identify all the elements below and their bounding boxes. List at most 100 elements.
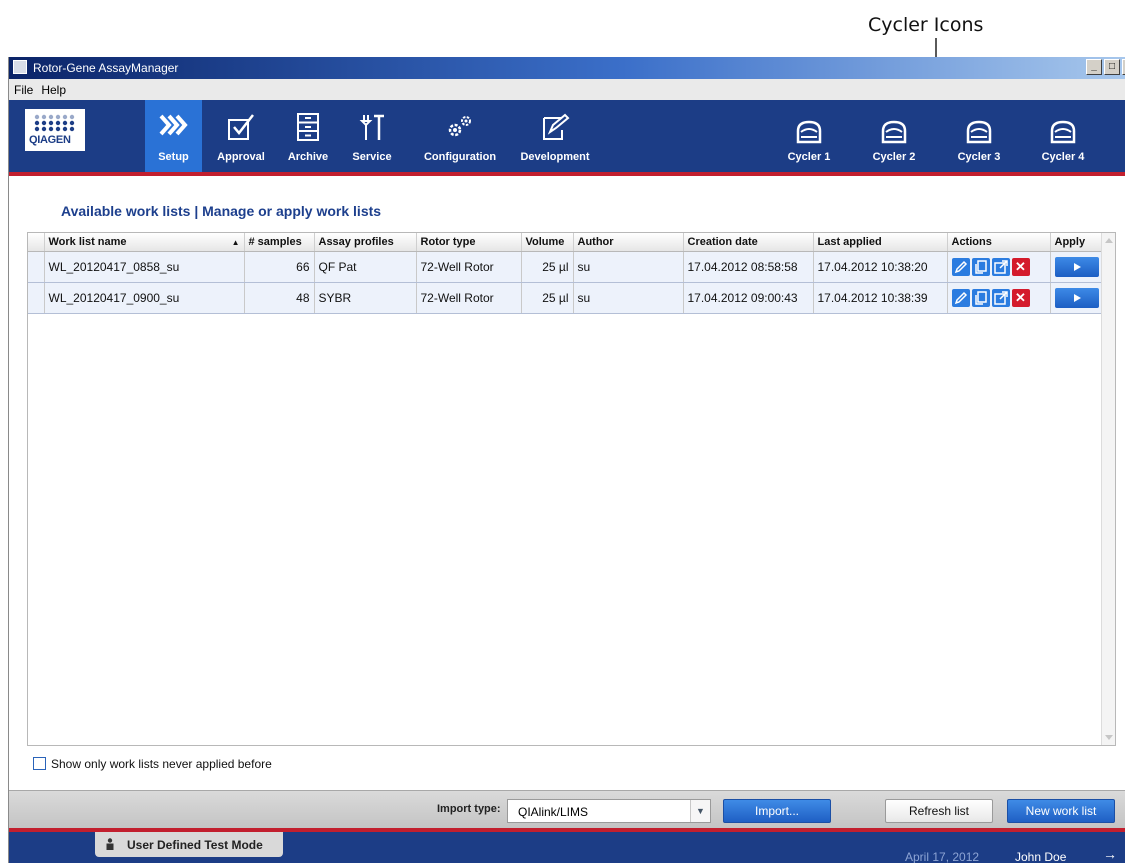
import-type-value: QIAlink/LIMS <box>518 805 589 819</box>
nav-cycler-4[interactable]: Cycler 4 <box>1033 100 1093 172</box>
app-window: Rotor-Gene AssayManager _ □ x FileHelp Q… <box>8 57 1125 863</box>
column-header-label: Creation date <box>687 235 758 248</box>
column-header-label: Volume <box>525 235 565 248</box>
work-list-table: Work list name ▲ # samples Assay profiles… <box>27 232 1116 746</box>
title-bar: Rotor-Gene AssayManager _ □ x <box>9 57 1125 79</box>
row-indicator-header <box>28 233 45 252</box>
row-indicator <box>28 251 45 283</box>
bottom-toolbar: Import type: QIAlink/LIMS ▼ Import... Re… <box>9 790 1125 828</box>
setup-chevrons-icon <box>159 114 188 136</box>
nav-setup-label: Setup <box>158 151 189 163</box>
nav-service[interactable]: Service <box>343 100 401 172</box>
import-type-select[interactable]: QIAlink/LIMS ▼ <box>507 799 711 823</box>
cell-apply <box>1050 282 1103 314</box>
column-header-label: Actions <box>951 235 992 248</box>
development-icon <box>543 113 570 140</box>
column-header-label: Rotor type <box>420 235 476 248</box>
menu-help[interactable]: Help <box>36 79 69 97</box>
column-header-label: Assay profiles <box>318 235 394 248</box>
status-date: April 17, 2012 <box>905 850 980 863</box>
maximize-button[interactable]: □ <box>1104 59 1120 75</box>
table-row[interactable]: WL_20120417_0858_su 66 QF Pat 72-Well Ro… <box>28 251 1103 283</box>
service-tools-icon <box>359 114 384 140</box>
scroll-down-icon[interactable] <box>1105 735 1113 740</box>
person-icon <box>106 838 114 850</box>
nav-archive[interactable]: Archive <box>279 100 337 172</box>
nav-service-label: Service <box>352 151 392 163</box>
nav-cycler-1[interactable]: Cycler 1 <box>779 100 839 172</box>
nav-configuration[interactable]: Configuration <box>415 100 505 172</box>
nav-setup[interactable]: Setup <box>145 100 202 172</box>
delete-icon[interactable]: ✕ <box>1011 288 1030 307</box>
column-header-author[interactable]: Author <box>573 233 684 252</box>
nav-cycler-2[interactable]: Cycler 2 <box>864 100 924 172</box>
apply-play-button[interactable] <box>1054 287 1099 308</box>
minimize-button[interactable]: _ <box>1086 59 1102 75</box>
column-header-work-list-name[interactable]: Work list name ▲ <box>44 233 245 252</box>
column-header-assay-profiles[interactable]: Assay profiles <box>314 233 417 252</box>
export-icon[interactable] <box>991 257 1010 276</box>
nav-cycler-3[interactable]: Cycler 3 <box>949 100 1009 172</box>
logout-icon[interactable]: → <box>1103 846 1117 862</box>
window-title: Rotor-Gene AssayManager <box>33 61 179 75</box>
nav-cycler-1-label: Cycler 1 <box>787 151 831 163</box>
apply-play-button[interactable] <box>1054 256 1099 277</box>
edit-icon[interactable] <box>951 288 970 307</box>
column-header-volume[interactable]: Volume <box>521 233 574 252</box>
nav-approval-label: Approval <box>217 151 265 163</box>
configuration-gears-icon <box>448 116 471 137</box>
column-header-apply: Apply <box>1050 233 1103 252</box>
copy-icon[interactable] <box>971 257 990 276</box>
column-header-creation-date[interactable]: Creation date <box>683 233 814 252</box>
table-scrollbar[interactable] <box>1101 233 1115 745</box>
delete-icon[interactable]: ✕ <box>1011 257 1030 276</box>
row-indicator <box>28 282 45 314</box>
never-applied-checkbox[interactable] <box>33 757 46 770</box>
cell-assay-profiles: QF Pat <box>314 251 417 283</box>
table-row[interactable]: WL_20120417_0900_su 48 SYBR 72-Well Roto… <box>28 282 1103 314</box>
copy-icon[interactable] <box>971 288 990 307</box>
column-header-label: # samples <box>248 235 302 248</box>
import-button[interactable]: Import... <box>723 799 831 823</box>
cell-apply <box>1050 251 1103 283</box>
content-header: Available work lists | Manage or apply w… <box>9 187 1125 227</box>
new-work-list-button[interactable]: New work list <box>1007 799 1115 823</box>
refresh-list-button[interactable]: Refresh list <box>885 799 993 823</box>
nav-approval[interactable]: Approval <box>209 100 273 172</box>
column-header-label: Author <box>577 235 614 248</box>
edit-icon[interactable] <box>951 257 970 276</box>
cell-rotor-type: 72-Well Rotor <box>416 251 522 283</box>
column-header-label: Work list name <box>48 235 127 248</box>
cell-last-applied: 17.04.2012 10:38:39 <box>813 282 948 314</box>
cell-creation-date: 17.04.2012 08:58:58 <box>683 251 814 283</box>
chevron-down-icon[interactable]: ▼ <box>690 800 710 822</box>
approval-check-icon <box>228 114 254 140</box>
column-header-last-applied[interactable]: Last applied <box>813 233 948 252</box>
column-header-rotor-type[interactable]: Rotor type <box>416 233 522 252</box>
export-icon[interactable] <box>991 288 1010 307</box>
cell-author: su <box>573 282 684 314</box>
cell-actions: ✕ <box>947 251 1051 283</box>
never-applied-filter[interactable]: Show only work lists never applied befor… <box>33 757 272 771</box>
page-title: Available work lists | Manage or apply w… <box>61 203 382 219</box>
column-header-samples[interactable]: # samples <box>244 233 315 252</box>
status-bar: User Defined Test Mode April 17, 2012 Jo… <box>9 828 1125 863</box>
test-mode-label: User Defined Test Mode <box>127 838 263 852</box>
column-header-label: Last applied <box>817 235 882 248</box>
status-user: John Doe <box>1015 850 1067 863</box>
cell-volume: 25 µl <box>521 251 574 283</box>
cycler-icons-annotation: Cycler Icons <box>868 14 984 36</box>
cell-volume: 25 µl <box>521 282 574 314</box>
cell-actions: ✕ <box>947 282 1051 314</box>
cell-work-list-name: WL_20120417_0900_su <box>44 282 245 314</box>
nav-cycler-2-label: Cycler 2 <box>872 151 916 163</box>
nav-cycler-4-label: Cycler 4 <box>1041 151 1085 163</box>
cycler-icon <box>796 120 822 144</box>
cell-work-list-name: WL_20120417_0858_su <box>44 251 245 283</box>
nav-development-label: Development <box>520 151 590 163</box>
scroll-up-icon[interactable] <box>1105 238 1113 243</box>
cell-samples: 48 <box>244 282 315 314</box>
cell-last-applied: 17.04.2012 10:38:20 <box>813 251 948 283</box>
menu-file[interactable]: File <box>9 79 36 97</box>
nav-development[interactable]: Development <box>514 100 596 172</box>
